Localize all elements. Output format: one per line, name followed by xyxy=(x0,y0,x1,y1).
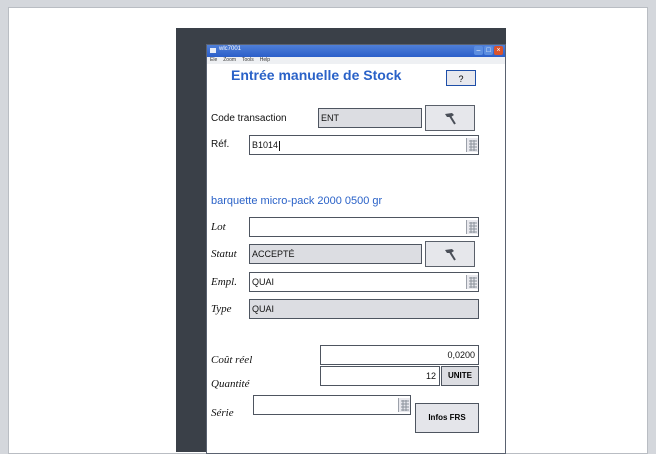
code-transaction-label: Code transaction xyxy=(211,113,287,124)
article-description: barquette micro-pack 2000 0500 gr xyxy=(211,195,383,207)
lookup-grid-icon[interactable] xyxy=(466,138,478,152)
ref-value: B1014 xyxy=(252,140,279,150)
infos-frs-button[interactable]: Infos FRS xyxy=(415,403,479,433)
cout-reel-label: Coût réel xyxy=(211,354,253,366)
code-transaction-field[interactable]: ENT xyxy=(318,108,422,128)
statut-picker-button[interactable] xyxy=(425,241,475,267)
ref-label: Réf. xyxy=(211,139,230,150)
unit-button[interactable]: UNITE xyxy=(441,366,479,386)
app-icon xyxy=(210,48,216,53)
page-title: Entrée manuelle de Stock xyxy=(231,67,402,83)
lookup-grid-icon[interactable] xyxy=(466,220,478,234)
menu-bar: Ele Zoom Tools Help xyxy=(207,57,505,64)
statut-field[interactable]: ACCEPTÉ xyxy=(249,244,422,264)
app-window: wlc7001 – □ × Ele Zoom Tools Help Entrée ma… xyxy=(206,44,506,454)
lookup-grid-icon[interactable] xyxy=(466,275,478,289)
empl-value: QUAI xyxy=(252,277,275,287)
type-label: Type xyxy=(211,303,232,315)
device-frame: wlc7001 – □ × Ele Zoom Tools Help Entrée ma… xyxy=(176,28,506,454)
maximize-icon[interactable]: □ xyxy=(484,46,493,55)
screenshot-panel: wlc7001 – □ × Ele Zoom Tools Help Entrée ma… xyxy=(8,7,648,454)
text-cursor xyxy=(279,140,281,151)
type-field: QUAI xyxy=(249,299,479,319)
minimize-icon[interactable]: – xyxy=(474,46,483,55)
menu-help[interactable]: Help xyxy=(260,57,270,63)
help-button[interactable]: ? xyxy=(446,70,476,86)
menu-tools[interactable]: Tools xyxy=(242,57,254,63)
lot-input[interactable] xyxy=(249,217,479,237)
ref-input[interactable]: B1014 xyxy=(249,135,479,155)
menu-file[interactable]: Ele xyxy=(210,57,217,63)
quantite-input[interactable]: 12 xyxy=(320,366,440,386)
lookup-grid-icon[interactable] xyxy=(398,398,410,412)
menu-zoom[interactable]: Zoom xyxy=(223,57,236,63)
title-bar: wlc7001 – □ × xyxy=(207,45,505,57)
hammer-icon xyxy=(445,113,456,125)
statut-label: Statut xyxy=(211,248,237,260)
serie-label: Série xyxy=(211,407,234,419)
close-icon[interactable]: × xyxy=(494,46,503,55)
empl-input[interactable]: QUAI xyxy=(249,272,479,292)
hammer-icon xyxy=(445,249,456,261)
empl-label: Empl. xyxy=(211,276,237,288)
window-title: wlc7001 xyxy=(219,46,242,52)
lot-label: Lot xyxy=(211,221,226,233)
quantite-label: Quantité xyxy=(211,378,250,390)
serie-input[interactable] xyxy=(253,395,411,415)
cout-reel-input[interactable]: 0,0200 xyxy=(320,345,479,365)
code-transaction-picker-button[interactable] xyxy=(425,105,475,131)
